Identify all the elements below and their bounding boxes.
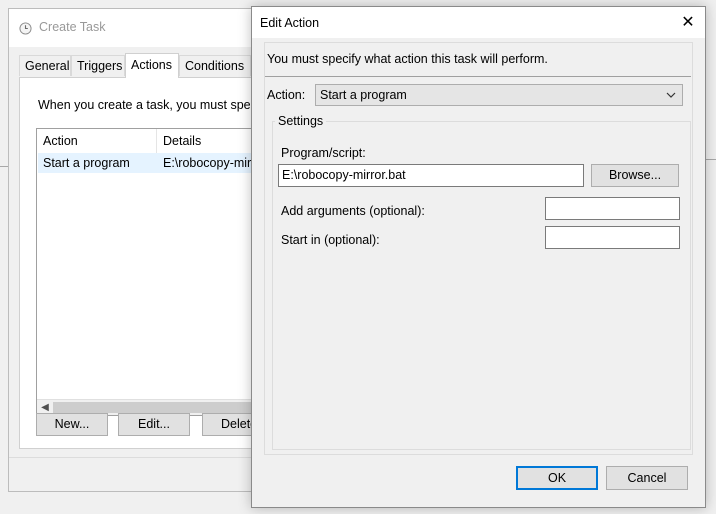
table-row[interactable]: Start a program E:\robocopy-mirr	[38, 153, 256, 173]
create-task-window: Create Task General Triggers Actions Con…	[8, 8, 269, 492]
add-arguments-input[interactable]	[545, 197, 680, 220]
intro-divider	[265, 76, 691, 77]
tab-general-label: General	[25, 59, 70, 73]
tab-conditions-label: Conditions	[185, 59, 245, 73]
desktop-line-right	[706, 159, 716, 160]
edit-action-dialog: Edit Action ✕ You must specify what acti…	[251, 6, 706, 508]
edit-button[interactable]: Edit...	[118, 413, 190, 436]
tab-actions[interactable]: Actions	[125, 53, 179, 78]
add-arguments-label: Add arguments (optional):	[281, 204, 425, 218]
actions-tab-panel: When you create a task, you must specify…	[19, 77, 269, 449]
create-task-footer-divider	[9, 457, 267, 458]
browse-button[interactable]: Browse...	[591, 164, 679, 187]
row-details-cell: E:\robocopy-mirr	[163, 156, 256, 170]
tab-triggers-label: Triggers	[77, 59, 123, 73]
edit-action-content: You must specify what action this task w…	[264, 42, 693, 455]
column-header-details[interactable]: Details	[157, 129, 255, 153]
tab-actions-label: Actions	[131, 58, 172, 72]
scrollbar-thumb[interactable]	[53, 402, 253, 413]
start-in-label: Start in (optional):	[281, 233, 380, 247]
tab-general[interactable]: General	[19, 55, 71, 76]
create-task-titlebar[interactable]: Create Task	[9, 9, 267, 47]
settings-legend: Settings	[275, 114, 327, 128]
clock-icon	[19, 22, 32, 35]
ok-button[interactable]: OK	[516, 466, 598, 490]
start-in-input[interactable]	[545, 226, 680, 249]
actions-table[interactable]: Action Details Start a program E:\roboco…	[36, 128, 256, 416]
edit-action-intro: You must specify what action this task w…	[267, 52, 548, 66]
edit-action-title: Edit Action	[260, 16, 320, 30]
edit-action-titlebar[interactable]: Edit Action ✕	[252, 7, 705, 38]
close-icon[interactable]: ✕	[676, 12, 700, 34]
program-script-input[interactable]: E:\robocopy-mirror.bat	[278, 164, 584, 187]
row-action-cell: Start a program	[43, 156, 130, 170]
settings-group: Settings Program/script: E:\robocopy-mir…	[272, 114, 691, 450]
action-label: Action:	[267, 88, 306, 102]
column-header-action[interactable]: Action	[37, 129, 157, 153]
cancel-button[interactable]: Cancel	[606, 466, 688, 490]
actions-description: When you create a task, you must specify	[38, 98, 270, 112]
action-dropdown-value: Start a program	[320, 88, 407, 102]
create-task-title: Create Task	[39, 20, 106, 34]
new-button[interactable]: New...	[36, 413, 108, 436]
tab-conditions[interactable]: Conditions	[179, 55, 251, 76]
action-dropdown[interactable]: Start a program	[315, 84, 683, 106]
tab-triggers[interactable]: Triggers	[71, 55, 125, 76]
program-script-label: Program/script:	[281, 146, 366, 160]
desktop-line-left	[0, 166, 8, 167]
chevron-down-icon	[664, 87, 678, 103]
